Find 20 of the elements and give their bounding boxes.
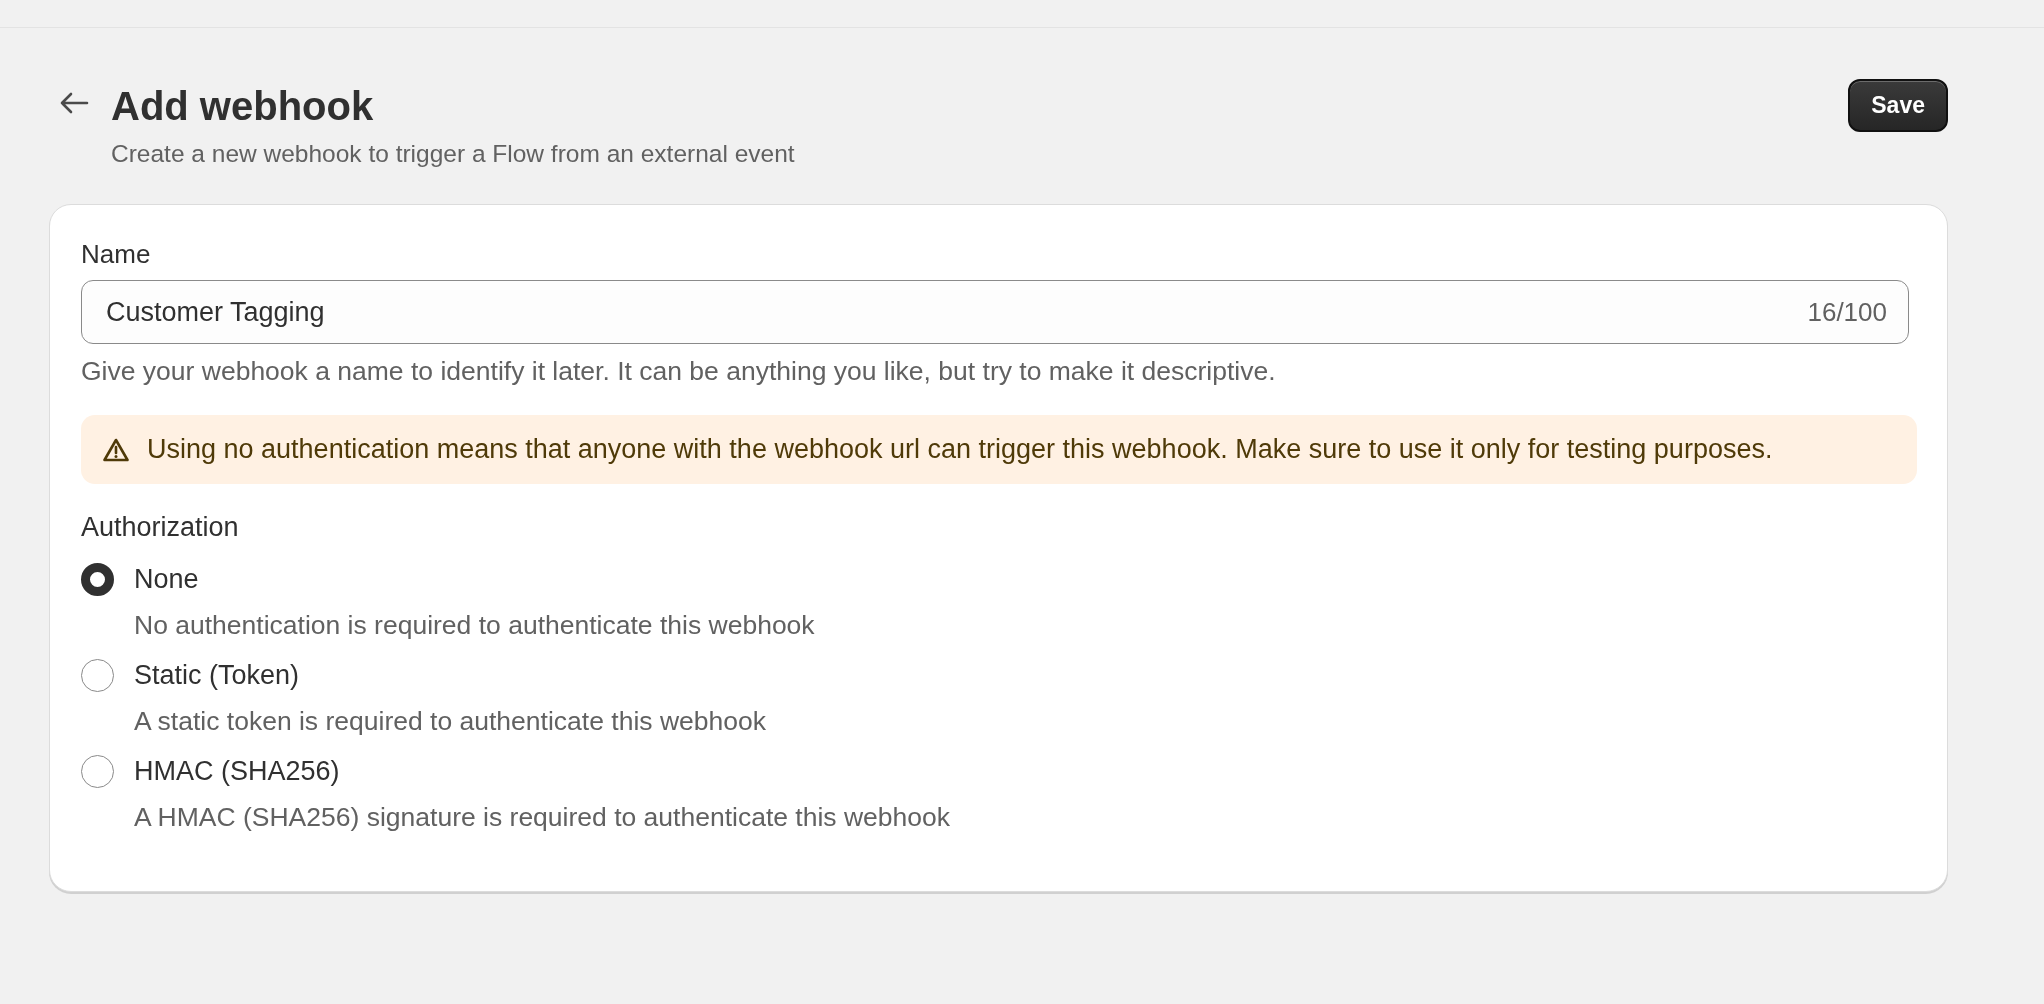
warning-text: Using no authentication means that anyone with the webhook url can trigger this webhook. Make sure to use it only for testing purposes.: [147, 434, 1773, 465]
warning-icon: [103, 437, 129, 462]
page-subtitle: Create a new webhook to trigger a Flow from an external event: [111, 140, 795, 168]
radio-button[interactable]: [81, 563, 114, 596]
page-title: Add webhook: [111, 84, 375, 128]
name-help-text: Give your webhook a name to identify it later. It can be anything you like, but try to make it descriptive.: [81, 356, 1277, 387]
radio-button[interactable]: [81, 659, 114, 692]
character-counter: 16/100: [1807, 296, 1887, 328]
radio-label: None: [134, 564, 199, 595]
radio-label: HMAC (SHA256): [134, 756, 340, 787]
radio-button[interactable]: [81, 755, 114, 788]
option-description: No authentication is required to authenticate this webhook: [134, 610, 816, 641]
radio-label: Static (Token): [134, 660, 300, 691]
save-button[interactable]: Save: [1848, 79, 1948, 132]
authorization-label: Authorization: [81, 512, 240, 543]
option-description: A static token is required to authenticate this webhook: [134, 706, 767, 737]
name-label: Name: [81, 239, 152, 270]
option-description: A HMAC (SHA256) signature is required to authenticate this webhook: [134, 802, 952, 833]
back-arrow-icon: [59, 92, 89, 114]
back-button[interactable]: [59, 92, 89, 114]
